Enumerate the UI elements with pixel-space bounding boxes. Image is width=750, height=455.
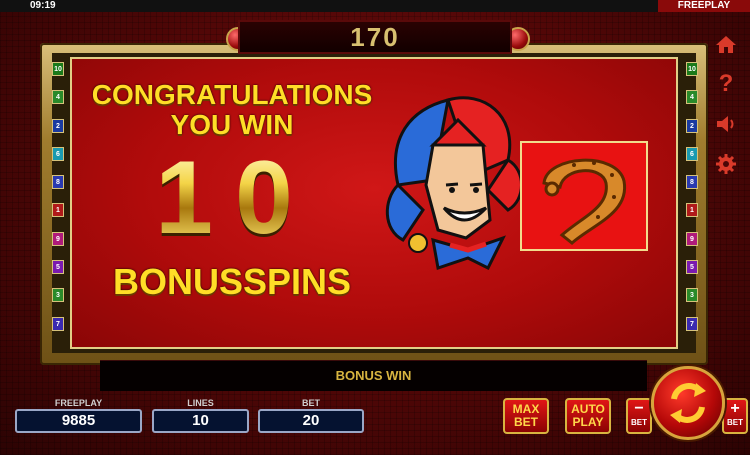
horseshoe-icon — [542, 158, 627, 245]
bonus-win-bar: BONUS WIN — [100, 360, 647, 391]
help-button[interactable]: ? — [712, 70, 740, 98]
status-bar: 09:19 FREEPLAY — [0, 0, 750, 12]
bonus-win-label: BONUS WIN — [335, 368, 412, 383]
lines-label: LINES — [187, 398, 214, 408]
settings-button[interactable] — [712, 150, 740, 178]
home-button[interactable] — [712, 30, 740, 58]
bet-label: BET — [302, 398, 320, 408]
plus-icon: + — [730, 400, 740, 417]
payline-indicator: 6 — [686, 146, 698, 161]
clock: 09:19 — [30, 0, 56, 11]
payline-indicators-left: 10 4 2 6 8 1 9 5 3 7 — [52, 62, 66, 345]
help-icon: ? — [718, 70, 734, 97]
payline-indicator: 2 — [686, 118, 698, 133]
mode-badge: FREEPLAY — [658, 0, 750, 12]
payline-indicator: 9 — [686, 231, 698, 246]
spin-arrows-icon — [670, 383, 706, 423]
payline-indicator: 3 — [52, 288, 64, 303]
bet-increase-label: BET — [727, 418, 743, 427]
bet-display: BET 20 — [258, 397, 364, 437]
payline-indicator: 10 — [52, 62, 64, 76]
payline-indicator: 8 — [52, 175, 64, 190]
jester-icon — [385, 96, 523, 270]
payline-indicator: 4 — [686, 90, 698, 105]
payline-indicator: 1 — [686, 203, 698, 218]
bet-increase-button[interactable]: + BET — [722, 398, 748, 434]
payline-indicator: 7 — [686, 316, 698, 331]
minus-icon: − — [634, 400, 644, 417]
home-icon — [716, 36, 736, 53]
lines-display: LINES 10 — [152, 397, 249, 437]
max-bet-line2: BET — [514, 415, 538, 429]
payline-indicator: 8 — [686, 175, 698, 190]
bet-decrease-label: BET — [631, 418, 647, 427]
auto-play-line2: PLAY — [572, 415, 604, 429]
bonus-spins-label: BONUSSPINS — [112, 261, 352, 302]
win-counter-value: 170 — [350, 22, 400, 52]
payline-indicator: 1 — [52, 203, 64, 218]
payline-indicator: 2 — [52, 118, 64, 133]
freeplay-balance: FREEPLAY 9885 — [15, 397, 142, 437]
payline-indicator: 5 — [52, 260, 64, 275]
win-counter: 170 — [238, 20, 512, 54]
sound-button[interactable] — [712, 110, 740, 138]
payline-indicator: 10 — [686, 62, 698, 76]
side-menu: ? — [712, 30, 744, 190]
lines-value[interactable]: 10 — [152, 409, 249, 433]
you-win-line: YOU WIN — [170, 109, 294, 140]
payline-indicators-right: 10 4 2 6 8 1 9 5 3 7 — [686, 62, 700, 345]
max-bet-button[interactable]: MAX BET — [503, 398, 549, 434]
spin-button[interactable] — [651, 366, 725, 440]
congratulations-text: CONGRATULATIONS YOU WIN — [82, 80, 382, 140]
payline-indicator: 4 — [52, 90, 64, 105]
payline-indicator: 7 — [52, 316, 64, 331]
settings-icon — [716, 154, 736, 174]
auto-play-button[interactable]: AUTO PLAY — [565, 398, 611, 434]
freeplay-value: 9885 — [15, 409, 142, 433]
horseshoe-symbol — [520, 141, 648, 251]
payline-indicator: 5 — [686, 260, 698, 275]
bonus-spins-amount: 10 — [130, 146, 340, 250]
payline-indicator: 9 — [52, 231, 64, 246]
congratulations-line: CONGRATULATIONS — [91, 79, 373, 110]
payline-indicator: 3 — [686, 288, 698, 303]
payline-indicator: 6 — [52, 146, 64, 161]
sound-icon — [717, 116, 734, 132]
freeplay-label: FREEPLAY — [54, 398, 103, 408]
bet-decrease-button[interactable]: − BET — [626, 398, 652, 434]
bet-value: 20 — [258, 409, 364, 433]
